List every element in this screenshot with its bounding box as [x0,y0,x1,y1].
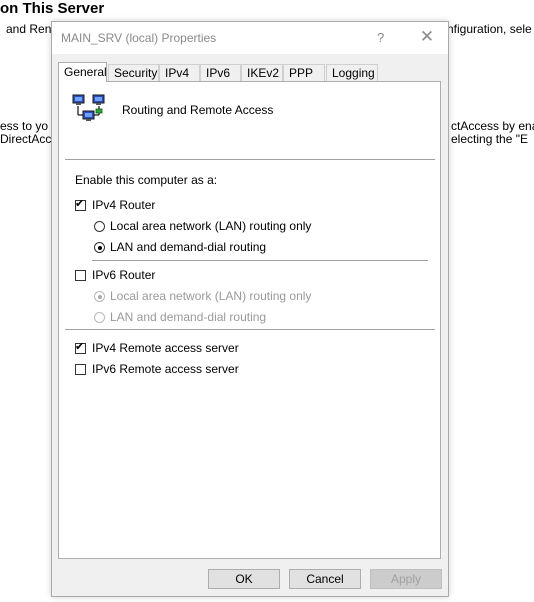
background-text: ess to yo [0,119,49,133]
tab-ikev2[interactable]: IKEv2 [241,64,283,81]
ipv4-demand-dial-radio[interactable] [94,242,105,253]
service-heading: Routing and Remote Access [122,103,274,117]
cancel-button[interactable]: Cancel [289,569,361,589]
ipv6-lan-only-radio [94,291,105,302]
ipv6-lan-only-label: Local area network (LAN) routing only [110,289,312,303]
properties-dialog: MAIN_SRV (local) Properties ? ✕ General … [51,21,449,597]
ipv6-router-checkbox[interactable] [75,270,86,281]
tab-general[interactable]: General [58,62,107,82]
background-text: DirectAcc [0,132,52,146]
tab-security[interactable]: Security [108,64,159,81]
ipv6-router-label[interactable]: IPv6 Router [92,268,155,282]
tab-ipv4[interactable]: IPv4 [159,64,200,81]
ipv6-demand-dial-label: LAN and demand-dial routing [110,310,267,324]
ipv4-remote-access-checkbox[interactable]: ✔ [75,341,86,354]
background-page-title: on This Server [0,0,105,17]
help-button[interactable]: ? [377,30,384,45]
ipv4-demand-dial-label[interactable]: LAN and demand-dial routing [110,240,266,254]
enable-label: Enable this computer as a: [75,173,218,187]
background-text: ctAccess by ena [451,119,534,133]
section-divider [92,260,428,261]
background-text: and Ren [6,22,52,36]
close-button[interactable]: ✕ [418,25,436,49]
background-text: nfiguration, sele [447,22,532,36]
ipv6-remote-access-label[interactable]: IPv6 Remote access server [92,362,239,376]
ipv4-remote-access-label[interactable]: IPv4 Remote access server [92,341,239,355]
background-text: electing the "E [451,132,528,146]
apply-button: Apply [370,569,442,589]
ipv4-lan-only-label[interactable]: Local area network (LAN) routing only [110,219,311,233]
ipv4-router-checkbox[interactable]: ✔ [75,198,86,211]
ipv4-router-label[interactable]: IPv4 Router [92,198,155,212]
ipv4-lan-only-radio[interactable] [94,221,105,232]
ipv6-remote-access-checkbox[interactable] [75,364,86,375]
dialog-title: MAIN_SRV (local) Properties [61,31,217,45]
network-computers-icon [72,92,108,124]
general-tab-panel: Routing and Remote Access Enable this co… [58,81,441,559]
checkmark-icon: ✔ [75,198,85,210]
tab-ppp[interactable]: PPP [283,64,325,81]
dialog-titlebar[interactable]: MAIN_SRV (local) Properties ? ✕ [52,22,448,54]
header-divider [65,159,435,160]
section-divider [65,329,435,330]
tab-logging[interactable]: Logging [326,64,378,81]
ok-button[interactable]: OK [208,569,280,589]
tab-ipv6[interactable]: IPv6 [200,64,241,81]
checkmark-icon: ✔ [75,341,85,353]
ipv6-demand-dial-radio [94,312,105,323]
